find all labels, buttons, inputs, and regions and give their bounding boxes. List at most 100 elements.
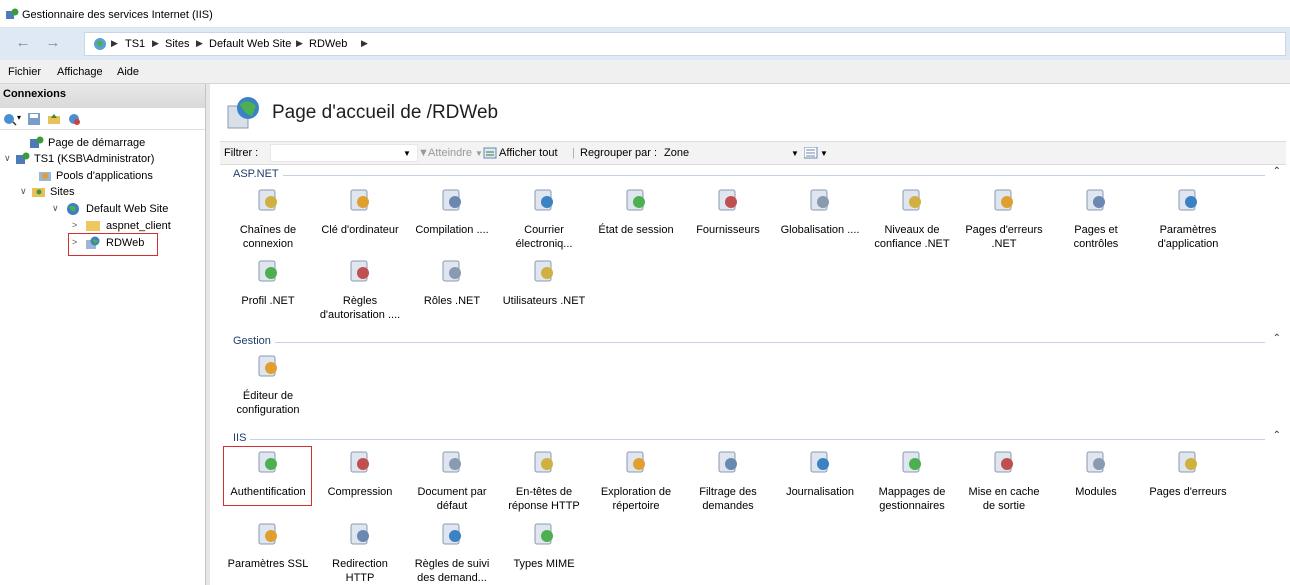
feature-label: Redirection HTTP xyxy=(332,558,388,584)
breadcrumb-separator-icon: ▶ xyxy=(296,38,303,48)
forward-button[interactable]: → xyxy=(40,34,66,54)
view-mode-icon[interactable] xyxy=(804,147,818,159)
error-pages-net-icon xyxy=(994,189,1013,211)
up-folder-icon[interactable] xyxy=(47,112,61,126)
group-divider xyxy=(233,175,1265,176)
view-mode-dropdown-icon[interactable]: ▼ xyxy=(820,149,828,158)
authentication-highlight-box xyxy=(223,446,312,506)
feature-label: Fournisseurs xyxy=(696,224,760,236)
authorization-rules-icon xyxy=(350,260,369,282)
feature-label: Règles d'autorisation .... xyxy=(319,295,401,321)
group-by-select[interactable]: Zone xyxy=(664,147,689,159)
ssl-settings-icon xyxy=(258,523,277,545)
feature-label: Chaînes de connexion xyxy=(239,224,297,250)
request-filtering-icon xyxy=(718,451,737,473)
goto-dropdown-icon[interactable]: ▼ xyxy=(475,149,483,158)
collapsed-chevron-icon[interactable]: > xyxy=(72,220,77,230)
breadcrumb-separator-icon: ▶ xyxy=(111,38,118,48)
feature-label: Globalisation .... xyxy=(780,224,860,236)
goto-button[interactable]: Atteindre xyxy=(428,147,472,159)
breadcrumb-separator-icon: ▶ xyxy=(152,38,159,48)
group-title: IIS xyxy=(233,432,251,444)
feature-label: Paramètres SSL xyxy=(227,558,309,570)
menu-aide[interactable]: Aide xyxy=(117,66,139,78)
group-title: Gestion xyxy=(233,335,275,347)
breadcrumb-rdweb[interactable]: RDWeb xyxy=(309,38,347,50)
connection-strings-icon xyxy=(258,189,277,211)
collapse-chevron-icon[interactable]: ⌃ xyxy=(1273,166,1281,177)
trust-levels-icon xyxy=(902,189,921,211)
group-by-dropdown-icon[interactable]: ▼ xyxy=(791,149,799,158)
session-state-icon xyxy=(626,189,645,211)
feature-label: Journalisation xyxy=(786,486,854,498)
connections-header: Connexions xyxy=(0,84,205,108)
feature-label: Profil .NET xyxy=(241,295,295,307)
feature-label: Rôles .NET xyxy=(423,295,481,307)
net-profile-icon xyxy=(258,260,277,282)
globalization-icon xyxy=(810,189,829,211)
default-document-icon xyxy=(442,451,461,473)
group-header-gestion[interactable]: Gestion ⌃ xyxy=(223,333,1283,351)
show-all-button[interactable]: Afficher tout xyxy=(499,147,558,159)
menu-bar: Fichier Affichage Aide xyxy=(0,60,1290,84)
globe-icon xyxy=(94,38,106,50)
breadcrumb-separator-icon: ▶ xyxy=(196,38,203,48)
iis-app-icon xyxy=(6,8,19,19)
breadcrumb-sites[interactable]: Sites xyxy=(165,38,189,50)
disconnect-icon[interactable] xyxy=(67,112,81,126)
expanded-chevron-icon[interactable]: ∨ xyxy=(20,186,27,197)
modules-icon xyxy=(1086,451,1105,473)
config-editor-icon xyxy=(258,355,277,377)
tree-label: Default Web Site xyxy=(86,203,169,215)
connect-icon[interactable] xyxy=(3,112,17,126)
feature-label: En-têtes de réponse HTTP xyxy=(508,486,580,512)
group-header-aspnet[interactable]: ASP.NET ⌃ xyxy=(223,166,1283,184)
collapse-chevron-icon[interactable]: ⌃ xyxy=(1273,430,1281,441)
sites-folder-icon xyxy=(32,188,45,197)
breadcrumb-separator-icon: ▶ xyxy=(361,38,368,48)
pages-controls-icon xyxy=(1086,189,1105,211)
menu-fichier[interactable]: Fichier xyxy=(8,66,41,78)
save-icon[interactable] xyxy=(27,112,41,126)
filter-label: Filtrer : xyxy=(224,147,259,159)
breadcrumb-ts1[interactable]: TS1 xyxy=(125,38,145,50)
page-title: Page d'accueil de /RDWeb xyxy=(272,102,499,123)
mime-types-icon xyxy=(534,523,553,545)
dropdown-arrow-icon[interactable]: ▾ xyxy=(17,113,21,122)
feature-label: Compilation .... xyxy=(415,224,489,236)
group-title: ASP.NET xyxy=(233,168,283,180)
start-page-icon xyxy=(30,136,44,148)
filter-dropdown-icon[interactable]: ▼ xyxy=(403,149,411,158)
compilation-icon xyxy=(442,189,461,211)
net-roles-icon xyxy=(442,260,461,282)
toolbar-separator: | xyxy=(572,147,575,159)
feature-label: Types MIME xyxy=(513,558,575,570)
feature-label: État de session xyxy=(598,224,674,236)
back-button[interactable]: ← xyxy=(10,34,36,54)
expanded-chevron-icon[interactable]: ∨ xyxy=(52,203,59,214)
feature-label: Éditeur de configuration xyxy=(236,390,300,416)
directory-browsing-icon xyxy=(626,451,645,473)
feature-label: Modules xyxy=(1075,486,1117,498)
logging-icon xyxy=(810,451,829,473)
show-all-icon[interactable] xyxy=(483,146,497,160)
tree-label: Page de démarrage xyxy=(48,137,146,149)
globe-icon xyxy=(67,203,79,215)
window-title: Gestionnaire des services Internet (IIS) xyxy=(22,9,213,21)
error-pages-icon xyxy=(1178,451,1197,473)
collapse-chevron-icon[interactable]: ⌃ xyxy=(1273,333,1281,344)
group-by-label: Regrouper par : xyxy=(580,147,658,159)
expanded-chevron-icon[interactable]: ∨ xyxy=(4,153,11,164)
address-bar: ← → ▶ TS1 ▶ Sites ▶ Default Web Site ▶ R… xyxy=(0,28,1290,60)
address-field[interactable]: ▶ TS1 ▶ Sites ▶ Default Web Site ▶ RDWeb… xyxy=(84,32,1286,56)
handler-mappings-icon xyxy=(902,451,921,473)
window-titlebar: Gestionnaire des services Internet (IIS) xyxy=(0,0,1290,28)
filter-input[interactable] xyxy=(270,144,418,162)
menu-affichage[interactable]: Affichage xyxy=(57,66,103,78)
rdweb-home-icon xyxy=(227,97,259,129)
breadcrumb-default-web-site[interactable]: Default Web Site xyxy=(209,38,291,50)
folder-icon xyxy=(86,221,100,231)
failed-request-tracing-icon xyxy=(442,523,461,545)
group-header-iis[interactable]: IIS ⌃ xyxy=(223,430,1283,448)
output-caching-icon xyxy=(994,451,1013,473)
